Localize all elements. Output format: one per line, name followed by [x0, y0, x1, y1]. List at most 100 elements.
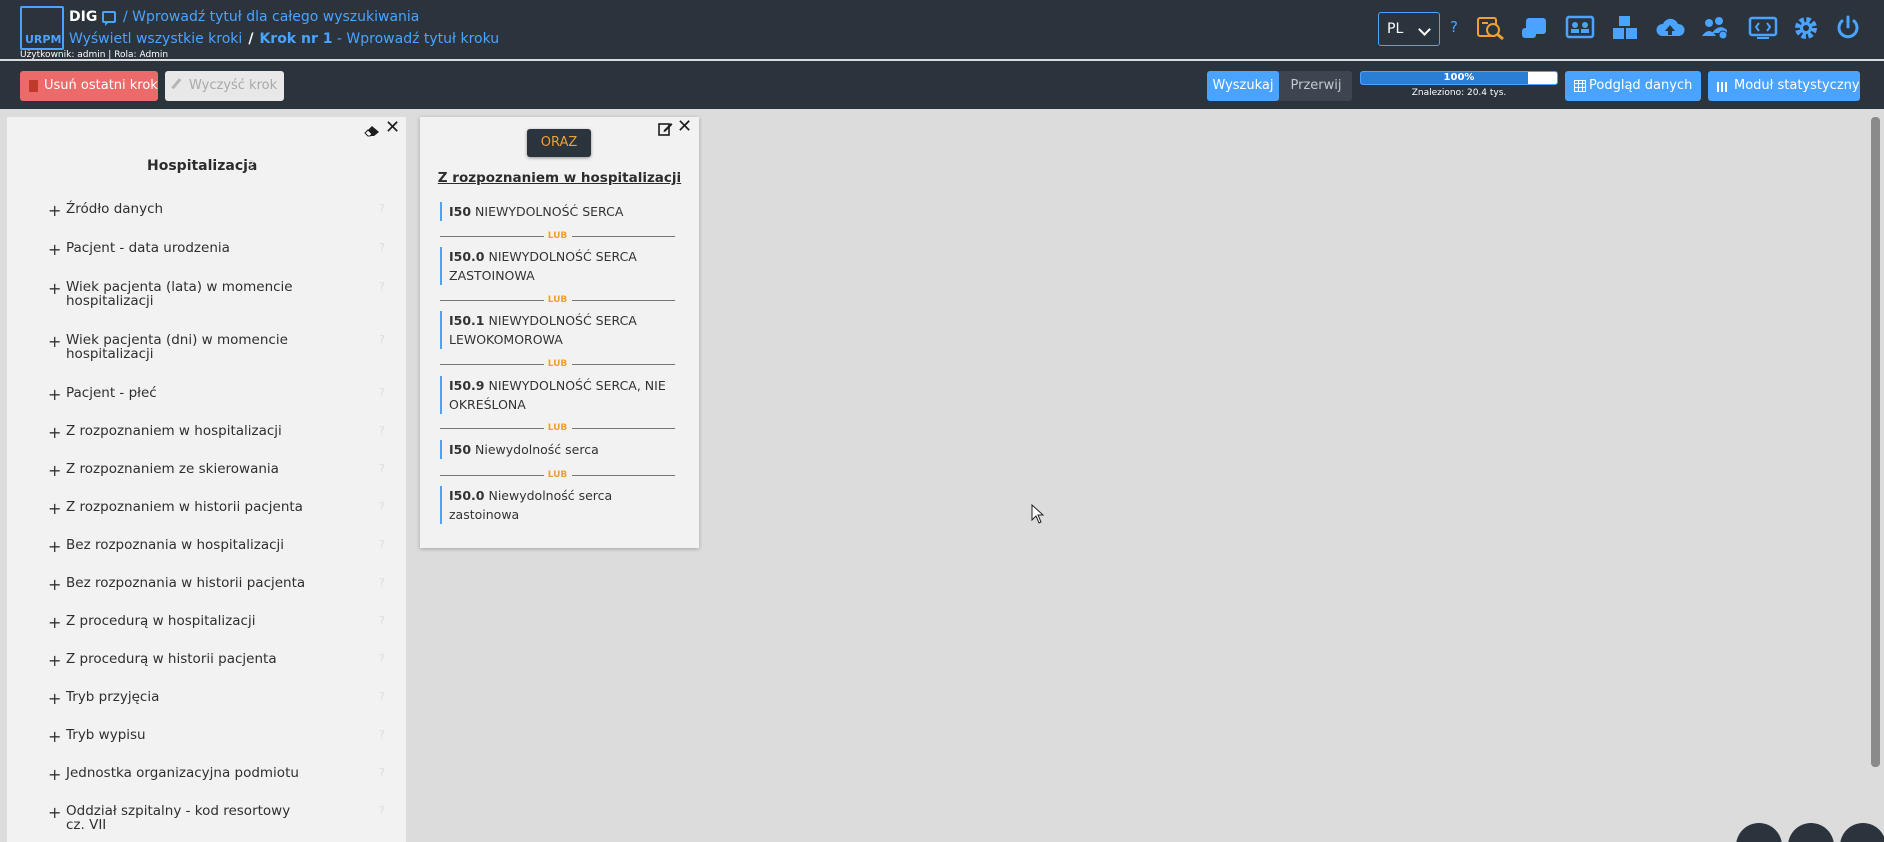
trash-icon — [29, 80, 38, 92]
filter-item[interactable]: + Jednostka organizacyjna podmiotu? — [48, 765, 385, 784]
filter-item[interactable]: + Z rozpoznaniem ze skierowania? — [48, 461, 385, 480]
plus-icon: + — [48, 279, 62, 298]
help-icon[interactable]: ? — [379, 424, 385, 437]
plus-icon: + — [48, 575, 62, 594]
criterion-card: ORAZ ✕ Z rozpoznaniem w hospitalizacji I… — [420, 116, 699, 548]
filter-item[interactable]: + Z procedurą w historii pacjenta? — [48, 651, 385, 670]
show-all-steps-link[interactable]: Wyświetl wszystkie kroki — [69, 31, 242, 47]
help-icon[interactable]: ? — [379, 500, 385, 513]
filter-item-label: Tryb przyjęcia — [66, 689, 160, 705]
filter-item[interactable]: + Tryb wypisu? — [48, 727, 385, 746]
table-icon — [1574, 80, 1586, 92]
clear-step-button[interactable]: Wyczyść krok — [165, 71, 284, 101]
help-icon[interactable]: ? — [248, 158, 254, 172]
filter-item[interactable]: + Źródło danych? — [48, 201, 385, 220]
floating-action-button[interactable] — [1840, 823, 1884, 842]
filter-item[interactable]: + Bez rozpoznania w hospitalizacji? — [48, 537, 385, 556]
help-icon[interactable]: ? — [379, 804, 385, 817]
user-info: Użytkownik: admin | Rola: Admin — [20, 50, 169, 60]
broom-icon — [171, 78, 187, 94]
users-gear-icon[interactable] — [1700, 14, 1730, 42]
filter-item[interactable]: + Bez rozpoznania w historii pacjenta? — [48, 575, 385, 594]
progress-label: 100% — [1443, 72, 1475, 83]
or-separator: LUB — [440, 294, 675, 306]
search-button[interactable]: Wyszukaj — [1207, 71, 1279, 101]
help-icon[interactable]: ? — [379, 386, 385, 399]
help-icon[interactable]: ? — [379, 728, 385, 741]
step-number[interactable]: Krok nr 1 — [259, 31, 332, 47]
diagnosis-code: I50.0 — [449, 488, 485, 503]
scrollbar[interactable] — [1871, 117, 1880, 767]
stats-module-button[interactable]: Moduł statystyczny — [1708, 71, 1860, 101]
diagnosis-code: I50.1 — [449, 313, 485, 328]
clear-step-label: Wyczyść krok — [189, 78, 278, 93]
language-select[interactable]: PL — [1378, 12, 1440, 46]
filter-item[interactable]: + Tryb przyjęcia? — [48, 689, 385, 708]
help-icon[interactable]: ? — [379, 241, 385, 254]
step-title-link[interactable]: - Wprowadź tytuł kroku — [332, 31, 499, 47]
filter-panel: ✕ Hospitalizacja ? + Źródło danych? + Pacje… — [7, 117, 406, 842]
cloud-upload-icon[interactable] — [1655, 14, 1685, 42]
help-icon[interactable]: ? — [379, 576, 385, 589]
help-icon[interactable]: ? — [379, 280, 385, 293]
help-icon[interactable]: ? — [379, 462, 385, 475]
data-preview-button[interactable]: Podgląd danych — [1565, 71, 1701, 101]
diagnosis-code-item: I50 Niewydolność serca — [440, 440, 675, 459]
help-icon[interactable]: ? — [379, 690, 385, 703]
scroll-icon[interactable] — [1520, 14, 1550, 42]
diagnosis-code-item: I50.0 NIEWYDOLNOŚĆ SERCA ZASTOINOWA — [440, 247, 675, 285]
help-icon[interactable]: ? — [379, 766, 385, 779]
eraser-icon[interactable] — [364, 122, 380, 137]
filter-item[interactable]: + Wiek pacjenta (lata) w momencie hospita… — [48, 279, 385, 308]
floating-action-button[interactable] — [1788, 823, 1834, 842]
filter-item[interactable]: + Z rozpoznaniem w historii pacjenta? — [48, 499, 385, 518]
plus-icon: + — [48, 689, 62, 708]
power-icon[interactable] — [1833, 14, 1863, 42]
filter-item-label: Z rozpoznaniem w hospitalizacji — [66, 423, 282, 439]
filter-item-label: Z procedurą w hospitalizacji — [66, 613, 256, 629]
operator-badge[interactable]: ORAZ — [527, 129, 591, 157]
diagnosis-code: I50 — [449, 442, 472, 457]
filter-item[interactable]: + Pacjent - data urodzenia? — [48, 240, 385, 259]
diagnosis-name: Niewydolność serca — [475, 442, 599, 457]
users-board-icon[interactable] — [1565, 14, 1595, 42]
floating-action-button[interactable] — [1736, 823, 1782, 842]
or-separator: LUB — [440, 230, 675, 242]
help-icon[interactable]: ? — [379, 333, 385, 346]
urpm-logo[interactable]: URPM — [20, 6, 64, 50]
plus-icon: + — [48, 201, 62, 220]
or-label: LUB — [543, 422, 572, 434]
diagnosis-code: I50 — [449, 204, 472, 219]
search-title-link[interactable]: / Wprowadź tytuł dla całego wyszukiwania — [123, 9, 419, 25]
filter-item-label: Wiek pacjenta (dni) w momencie hospitali… — [66, 332, 288, 362]
search-report-icon[interactable] — [1476, 14, 1506, 42]
comment-icon[interactable] — [102, 11, 116, 26]
help-icon[interactable]: ? — [379, 614, 385, 627]
close-icon[interactable]: ✕ — [677, 116, 692, 137]
diagnosis-code: I50.0 — [449, 249, 485, 264]
delete-last-step-button[interactable]: Usuń ostatni krok — [20, 71, 158, 101]
filter-item[interactable]: + Oddział szpitalny - kod resortowy cz. V… — [48, 803, 385, 832]
boxes-icon[interactable] — [1610, 14, 1640, 42]
code-window-icon[interactable] — [1748, 14, 1778, 42]
or-label: LUB — [543, 358, 572, 370]
filter-item[interactable]: + Z rozpoznaniem w hospitalizacji? — [48, 423, 385, 442]
filter-item[interactable]: + Wiek pacjenta (dni) w momencie hospital… — [48, 332, 385, 362]
close-icon[interactable]: ✕ — [385, 117, 400, 138]
help-icon[interactable]: ? — [1450, 18, 1458, 36]
filter-item[interactable]: + Z procedurą w hospitalizacji? — [48, 613, 385, 632]
filter-item[interactable]: + Pacjent - płeć? — [48, 385, 385, 404]
plus-icon: + — [48, 240, 62, 259]
stop-button[interactable]: Przerwij — [1284, 71, 1348, 101]
gear-icon[interactable] — [1791, 14, 1821, 42]
filter-item-label: Z rozpoznaniem ze skierowania — [66, 461, 279, 477]
chevron-down-icon — [1418, 23, 1431, 36]
help-icon[interactable]: ? — [379, 538, 385, 551]
or-separator: LUB — [440, 358, 675, 370]
criterion-title[interactable]: Z rozpoznaniem w hospitalizacji — [420, 170, 699, 186]
edit-icon[interactable] — [658, 121, 673, 136]
delete-last-step-label: Usuń ostatni krok — [44, 78, 158, 93]
help-icon[interactable]: ? — [379, 652, 385, 665]
diagnosis-code-item: I50.0 Niewydolność serca zastoinowa — [440, 486, 675, 524]
help-icon[interactable]: ? — [379, 202, 385, 215]
